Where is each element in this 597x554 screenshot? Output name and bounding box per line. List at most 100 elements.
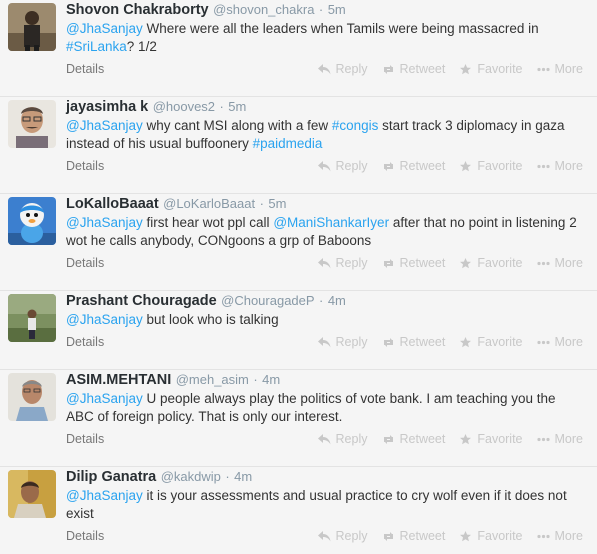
- mention-link[interactable]: @JhaSanjay: [66, 391, 143, 406]
- mention-link[interactable]: @ManiShankarIyer: [273, 215, 389, 230]
- tweet[interactable]: Dilip Ganatra @kakdwip · 4m @JhaSanjay i…: [0, 467, 597, 554]
- retweet-label: Retweet: [399, 256, 446, 270]
- more-icon: [536, 340, 550, 344]
- timestamp[interactable]: 5m: [268, 196, 286, 211]
- hashtag-link[interactable]: #congis: [332, 118, 379, 133]
- timestamp[interactable]: 4m: [262, 372, 280, 387]
- text-segment: Where were all the leaders when Tamils w…: [142, 21, 539, 36]
- mention-link[interactable]: @JhaSanjay: [66, 488, 143, 503]
- author-name[interactable]: ASIM.MEHTANI: [66, 372, 171, 388]
- author-name[interactable]: Shovon Chakraborty: [66, 2, 209, 18]
- retweet-button[interactable]: Retweet: [382, 62, 445, 76]
- reply-icon: [317, 530, 331, 541]
- author-name[interactable]: Dilip Ganatra: [66, 469, 156, 485]
- reply-button[interactable]: Reply: [317, 529, 368, 543]
- more-label: More: [554, 62, 583, 76]
- timestamp[interactable]: 4m: [328, 293, 346, 308]
- author-handle[interactable]: @shovon_chakra: [213, 2, 314, 17]
- text-segment: why cant MSI along with a few: [142, 118, 332, 133]
- favorite-icon: [460, 433, 472, 444]
- more-icon: [536, 437, 550, 441]
- text-segment: first hear wot ppl call: [142, 215, 274, 230]
- reply-button[interactable]: Reply: [317, 335, 368, 349]
- more-button[interactable]: More: [536, 159, 583, 173]
- avatar[interactable]: [8, 294, 56, 342]
- tweet-actions: Reply Retweet Favorite More: [317, 432, 583, 446]
- tweet[interactable]: Shovon Chakraborty @shovon_chakra · 5m @…: [0, 0, 597, 97]
- avatar[interactable]: [8, 3, 56, 51]
- author-handle[interactable]: @kakdwip: [161, 469, 221, 484]
- retweet-label: Retweet: [399, 335, 446, 349]
- more-icon: [536, 534, 550, 538]
- hashtag-link[interactable]: #paidmedia: [253, 136, 323, 151]
- retweet-icon: [383, 258, 393, 268]
- reply-icon: [317, 160, 331, 171]
- mention-link[interactable]: @JhaSanjay: [66, 312, 143, 327]
- separator: ·: [225, 469, 230, 484]
- favorite-button[interactable]: Favorite: [459, 62, 523, 76]
- timestamp[interactable]: 5m: [228, 99, 246, 114]
- favorite-button[interactable]: Favorite: [459, 159, 523, 173]
- author-handle[interactable]: @meh_asim: [176, 372, 249, 387]
- details-link[interactable]: Details: [66, 335, 104, 349]
- avatar[interactable]: [8, 100, 56, 148]
- favorite-button[interactable]: Favorite: [459, 335, 523, 349]
- avatar-photo: [8, 197, 56, 245]
- author-name[interactable]: LoKalloBaaat: [66, 196, 159, 212]
- tweet[interactable]: Prashant Chouragade @ChouragadeP · 4m @J…: [0, 291, 597, 370]
- avatar-photo: [8, 3, 56, 51]
- more-button[interactable]: More: [536, 256, 583, 270]
- avatar[interactable]: [8, 197, 56, 245]
- retweet-button[interactable]: Retweet: [382, 529, 445, 543]
- retweet-icon: [383, 337, 393, 347]
- mention-link[interactable]: @JhaSanjay: [66, 118, 143, 133]
- reply-button[interactable]: Reply: [317, 432, 368, 446]
- details-link[interactable]: Details: [66, 256, 104, 270]
- retweet-button[interactable]: Retweet: [382, 335, 446, 349]
- author-handle[interactable]: @hooves2: [153, 99, 215, 114]
- reply-button[interactable]: Reply: [317, 159, 368, 173]
- mention-link[interactable]: @JhaSanjay: [66, 21, 143, 36]
- retweet-button[interactable]: Retweet: [382, 159, 445, 173]
- author-name[interactable]: Prashant Chouragade: [66, 293, 217, 309]
- more-button[interactable]: More: [536, 335, 583, 349]
- tweet[interactable]: LoKalloBaaat @LoKarloBaaat · 5m @JhaSanj…: [0, 194, 597, 291]
- retweet-button[interactable]: Retweet: [382, 432, 445, 446]
- more-label: More: [554, 432, 583, 446]
- details-link[interactable]: Details: [66, 529, 104, 543]
- more-button[interactable]: More: [536, 432, 583, 446]
- retweet-button[interactable]: Retweet: [382, 256, 446, 270]
- separator: ·: [319, 293, 324, 308]
- author-name[interactable]: jayasimha k: [66, 99, 148, 115]
- mention-link[interactable]: @JhaSanjay: [66, 215, 143, 230]
- author-handle[interactable]: @ChouragadeP: [221, 293, 314, 308]
- avatar-photo: [8, 294, 56, 342]
- timestamp[interactable]: 5m: [328, 2, 346, 17]
- timestamp[interactable]: 4m: [234, 469, 252, 484]
- avatar[interactable]: [8, 470, 56, 518]
- tweet-header: Prashant Chouragade @ChouragadeP · 4m: [66, 291, 583, 310]
- details-link[interactable]: Details: [66, 62, 104, 76]
- reply-button[interactable]: Reply: [317, 62, 368, 76]
- tweet[interactable]: jayasimha k @hooves2 · 5m @JhaSanjay why…: [0, 97, 597, 194]
- details-link[interactable]: Details: [66, 159, 104, 173]
- details-link[interactable]: Details: [66, 432, 104, 446]
- more-button[interactable]: More: [536, 529, 583, 543]
- avatar[interactable]: [8, 373, 56, 421]
- favorite-label: Favorite: [477, 62, 523, 76]
- reply-button[interactable]: Reply: [317, 256, 368, 270]
- tweet-actions: Reply Retweet Favorite More: [317, 159, 583, 173]
- more-label: More: [554, 335, 583, 349]
- hashtag-link[interactable]: #SriLanka: [66, 39, 127, 54]
- more-label: More: [554, 256, 583, 270]
- favorite-button[interactable]: Favorite: [459, 529, 523, 543]
- tweet-header: ASIM.MEHTANI @meh_asim · 4m: [66, 370, 583, 389]
- tweet-header: LoKalloBaaat @LoKarloBaaat · 5m: [66, 194, 583, 213]
- favorite-button[interactable]: Favorite: [459, 256, 523, 270]
- favorite-button[interactable]: Favorite: [459, 432, 523, 446]
- tweet-text: @JhaSanjay but look who is talking: [66, 311, 583, 329]
- tweet[interactable]: ASIM.MEHTANI @meh_asim · 4m @JhaSanjay U…: [0, 370, 597, 467]
- author-handle[interactable]: @LoKarloBaaat: [163, 196, 255, 211]
- reply-label: Reply: [335, 256, 368, 270]
- more-button[interactable]: More: [536, 62, 583, 76]
